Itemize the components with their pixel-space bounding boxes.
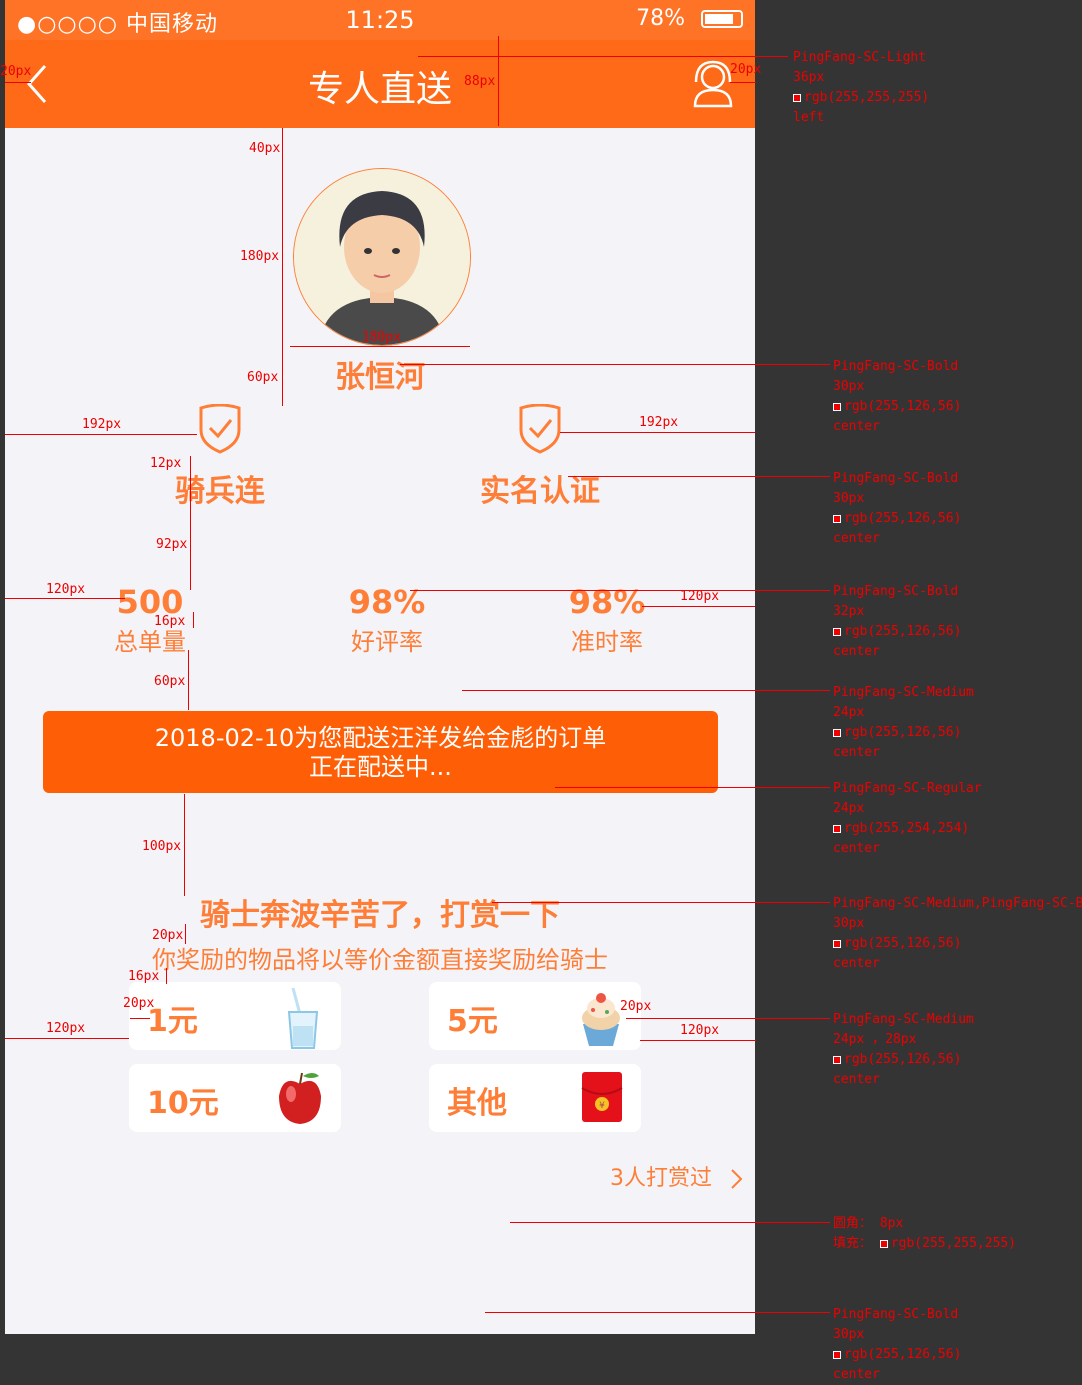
annotation-dim: 20px — [152, 928, 184, 943]
gift-label: 其他 — [447, 1086, 507, 1121]
shield-check-icon — [199, 404, 241, 454]
annotation-dim: 16px — [154, 614, 186, 629]
status-bar: ●○○○○ 中国移动 11:25 78% — [5, 0, 755, 40]
annotation-dim: 20px — [620, 999, 652, 1014]
gift-option-5-yuan[interactable]: 5元 — [429, 982, 641, 1050]
stat-caption: 总单量 — [114, 628, 186, 656]
phone-screen: ●○○○○ 中国移动 11:25 78% 专人直送 张恒河 骑兵连 实名认证 5… — [5, 0, 755, 1334]
annotation-dim: 180px — [362, 330, 402, 345]
gift-label: 5元 — [447, 1004, 498, 1039]
annotation-note: PingFang-SC-Bold 30px rgb(255,126,56) cent… — [833, 1307, 962, 1382]
cupcake-icon — [579, 988, 623, 1052]
gift-option-1-yuan[interactable]: 1元 — [129, 982, 341, 1050]
customer-service-button[interactable] — [691, 60, 735, 108]
annotation-note: PingFang-SC-Bold 30px rgb(255,126,56) cent… — [833, 471, 962, 546]
badge-label: 实名认证 — [480, 474, 600, 509]
red-envelope-icon: ¥ — [581, 1070, 623, 1128]
banner-line-1: 2018-02-10为您配送汪洋发给金彪的订单 — [154, 724, 607, 752]
svg-text:¥: ¥ — [599, 1101, 605, 1111]
annotation-dim: 60px — [247, 370, 279, 385]
annotation-dim: 180px — [240, 249, 280, 264]
gift-label: 1元 — [147, 1004, 198, 1039]
annotation-note: 圆角： 8px 填充： rgb(255,255,255) — [833, 1216, 1017, 1251]
banner-line-2: 正在配送中... — [309, 753, 452, 781]
badge-verified: 实名认证 — [440, 404, 640, 510]
gift-option-10-yuan[interactable]: 10元 — [129, 1064, 341, 1132]
stat-caption: 好评率 — [351, 628, 423, 656]
annotation-note: PingFang-SC-Bold 32px rgb(255,126,56) cent… — [833, 584, 962, 659]
stat-value: 500 — [116, 583, 184, 621]
chevron-right-icon — [731, 1169, 743, 1189]
annotation-dim: 120px — [46, 582, 86, 597]
tippers-label: 3人打赏过 — [610, 1166, 712, 1191]
annotation-note: PingFang-SC-Bold 30px rgb(255,126,56) cent… — [833, 359, 962, 434]
annotation-dim: 12px — [150, 456, 182, 471]
stat-on-time: 98% 准时率 — [517, 584, 697, 657]
gift-option-other[interactable]: 其他 ¥ — [429, 1064, 641, 1132]
annotation-note: PingFang-SC-Light 36px rgb(255,255,255) le… — [793, 50, 930, 125]
annotation-dim: 120px — [680, 1023, 720, 1038]
stat-total-orders: 500 总单量 — [60, 584, 240, 657]
annotation-note: PingFang-SC-Medium,PingFang-SC-Bold 30px … — [833, 896, 1082, 971]
tip-title: 骑士奔波辛苦了，打赏一下 — [200, 898, 560, 933]
annotation-note: PingFang-SC-Medium 24px rgb(255,126,56) ce… — [833, 685, 974, 760]
avatar — [293, 168, 471, 346]
headset-user-icon — [693, 60, 733, 108]
tippers-link[interactable]: 3人打赏过 — [565, 1160, 745, 1192]
annotation-dim: 60px — [154, 674, 186, 689]
annotation-dim: 192px — [82, 417, 122, 432]
page-title: 专人直送 — [307, 69, 452, 110]
annotation-dim: 20px — [730, 62, 762, 77]
annotation-dim: 100px — [142, 839, 182, 854]
annotation-note: PingFang-SC-Medium 24px ，28px rgb(255,126… — [833, 1012, 974, 1087]
battery-percent: 78% — [636, 6, 685, 31]
rider-name: 张恒河 — [335, 360, 425, 395]
annotation-dim: 192px — [639, 415, 679, 430]
annotation-dim: 88px — [464, 74, 496, 89]
annotation-dim: 20px — [0, 64, 32, 79]
annotation-dim: 120px — [680, 589, 720, 604]
battery-icon — [701, 10, 743, 28]
water-glass-icon — [283, 987, 323, 1054]
stat-rating: 98% 好评率 — [297, 584, 477, 657]
apple-icon — [277, 1070, 323, 1130]
annotation-dim: 16px — [128, 969, 160, 984]
annotation-note: PingFang-SC-Regular 24px rgb(255,254,254)… — [833, 781, 982, 856]
tip-subtitle: 你奖励的物品将以等价金额直接奖励给骑士 — [152, 946, 608, 974]
stat-caption: 准时率 — [571, 628, 643, 656]
annotation-dim: 20px — [123, 996, 155, 1011]
annotation-dim: 92px — [156, 537, 188, 552]
annotation-dim: 120px — [46, 1021, 86, 1036]
shield-check-icon — [519, 404, 561, 454]
annotation-dim: 40px — [249, 141, 281, 156]
nav-bar: 专人直送 — [5, 40, 755, 128]
gift-label: 10元 — [147, 1086, 219, 1121]
delivery-status-banner: 2018-02-10为您配送汪洋发给金彪的订单 正在配送中... — [43, 711, 718, 793]
